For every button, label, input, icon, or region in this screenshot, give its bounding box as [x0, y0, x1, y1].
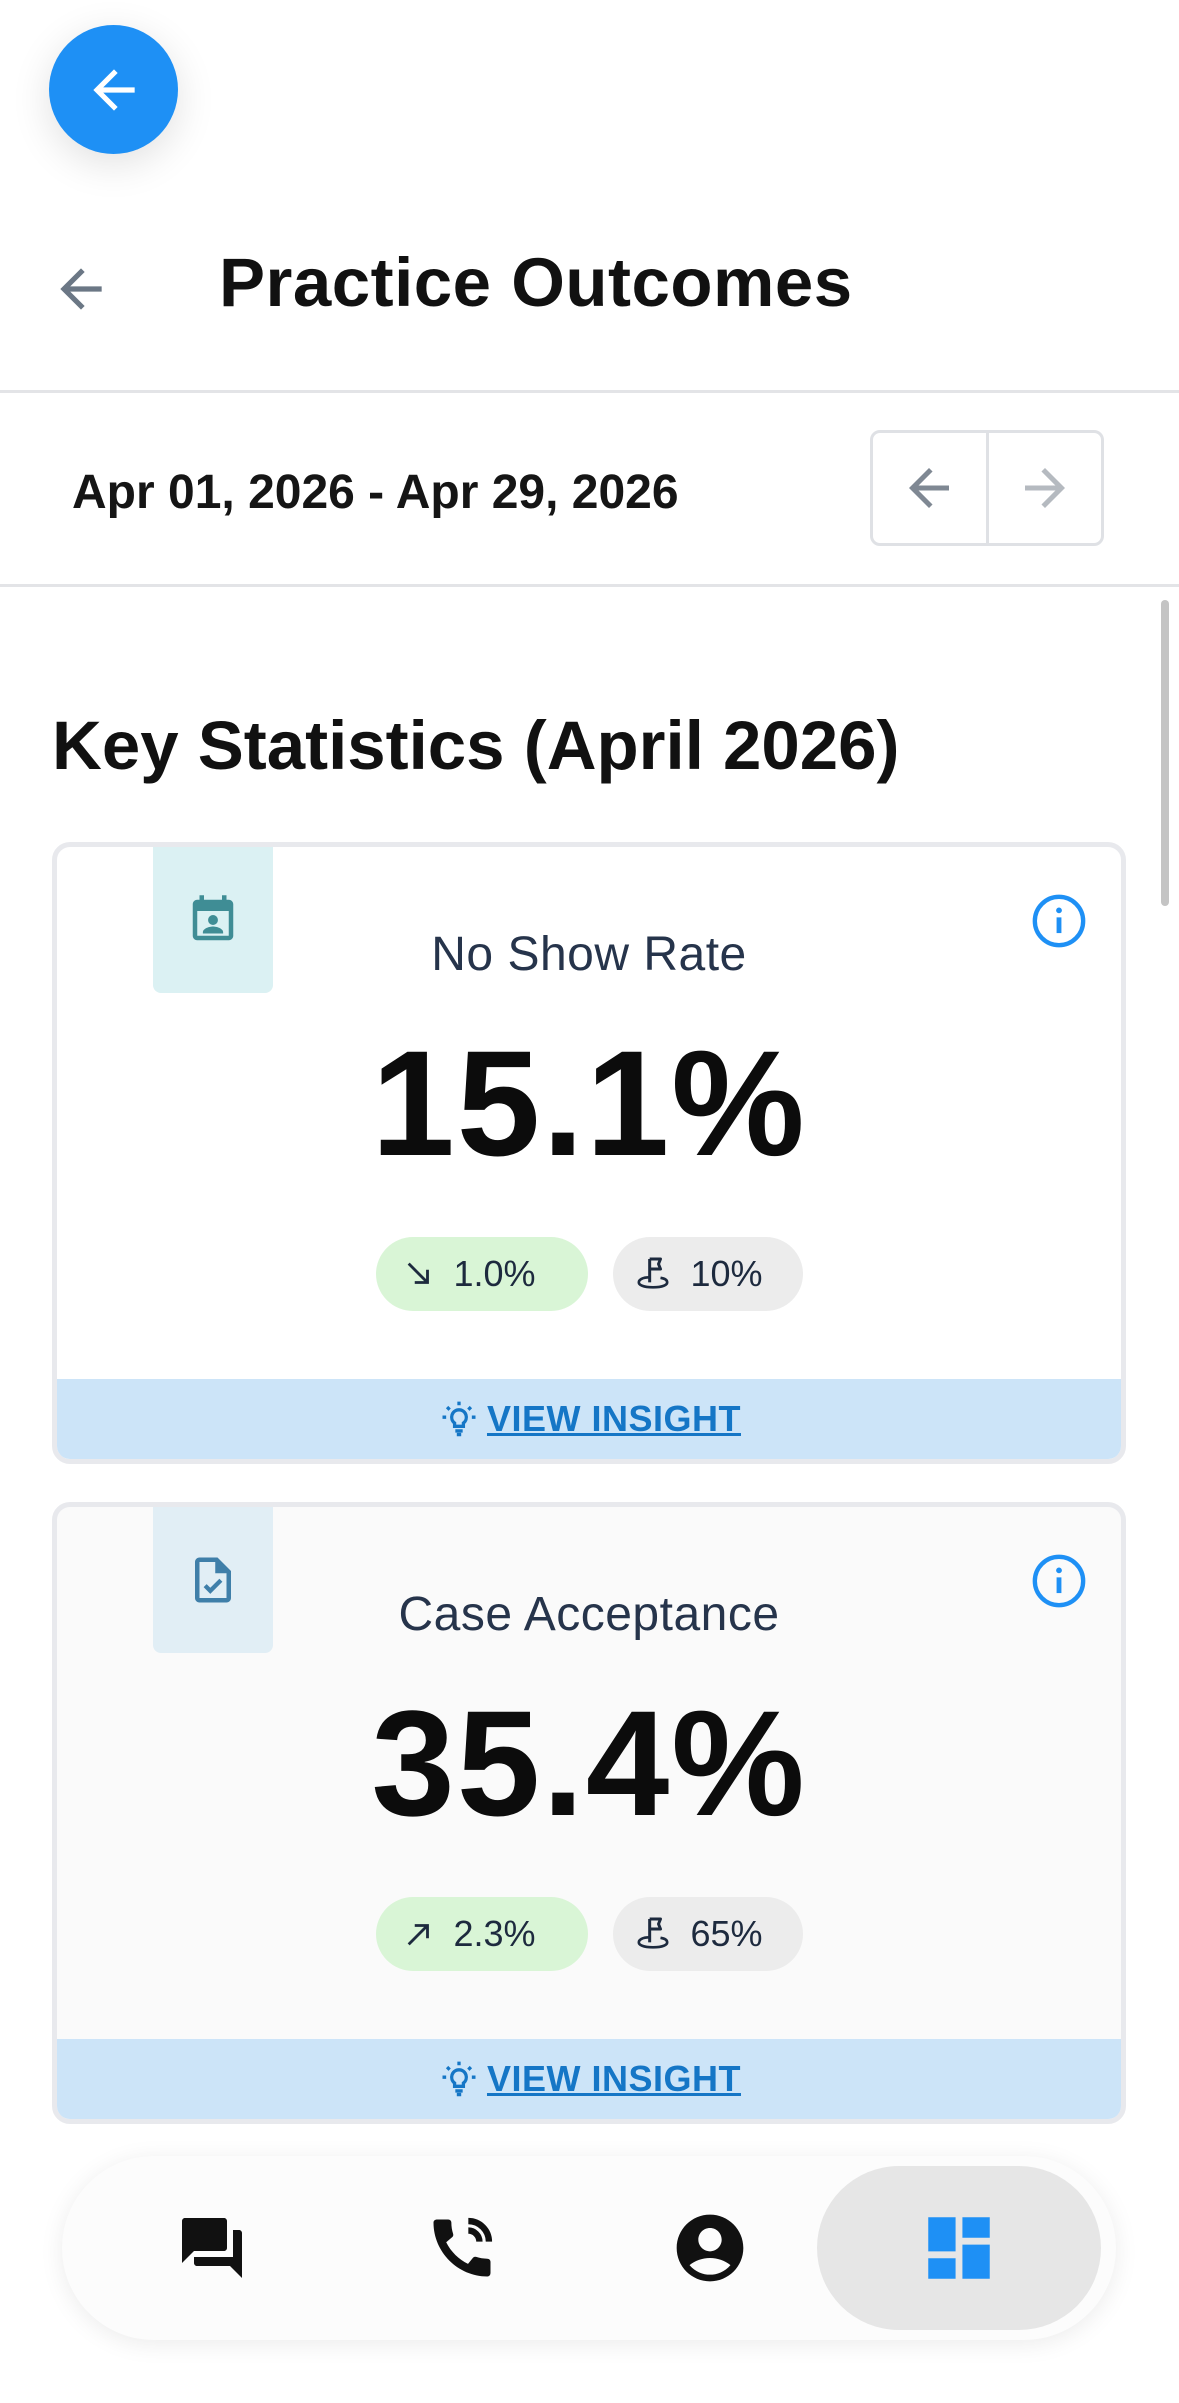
arrow-left-icon: [92, 68, 135, 111]
stat-card-case-acceptance: Case Acceptance 35.4% 2.3% 65% VIEW INSI…: [52, 1502, 1126, 2124]
stat-value: 15.1%: [371, 1019, 807, 1187]
stat-value: 35.4%: [371, 1679, 807, 1847]
lightbulb-icon: [442, 2061, 476, 2097]
nav-messages[interactable]: [152, 2166, 272, 2330]
floating-back-button[interactable]: [49, 25, 178, 154]
nav-dashboard[interactable]: [817, 2166, 1101, 2330]
goal-flag-icon: [636, 1257, 669, 1289]
stat-card-no-show-rate: No Show Rate 15.1% 1.0% 10% VIEW INSIGHT: [52, 842, 1126, 1464]
trend-value: 2.3%: [453, 1913, 536, 1954]
bottom-navigation: [62, 2156, 1116, 2340]
previous-period-button[interactable]: [873, 433, 986, 543]
view-insight-link[interactable]: VIEW INSIGHT: [487, 1398, 741, 1440]
scrollbar[interactable]: [1161, 600, 1169, 906]
header-back-button[interactable]: [50, 258, 112, 320]
trend-down-icon: [407, 1262, 429, 1284]
trend-chip: 1.0%: [375, 1237, 588, 1311]
date-range-label: Apr 01, 2026 - Apr 29, 2026: [72, 466, 679, 519]
nav-calls[interactable]: [402, 2166, 522, 2330]
section-title: Key Statistics (April 2026): [52, 707, 900, 784]
account-icon: [676, 2214, 744, 2282]
view-insight-button[interactable]: VIEW INSIGHT: [57, 2039, 1121, 2119]
view-insight-link[interactable]: VIEW INSIGHT: [487, 2058, 741, 2100]
next-period-button[interactable]: [985, 433, 1102, 543]
goal-chip: 10%: [612, 1237, 803, 1311]
trend-chip: 2.3%: [375, 1897, 588, 1971]
arrow-left-icon: [909, 468, 950, 508]
date-nav-group: [870, 430, 1104, 546]
goal-value: 65%: [690, 1913, 763, 1954]
view-insight-button[interactable]: VIEW INSIGHT: [57, 1379, 1121, 1459]
goal-value: 10%: [690, 1253, 763, 1294]
page-title: Practice Outcomes: [219, 244, 853, 321]
trend-value: 1.0%: [453, 1253, 536, 1294]
arrow-left-icon: [60, 268, 102, 310]
stat-label: Case Acceptance: [398, 1588, 780, 1641]
phone-call-icon: [433, 2217, 493, 2277]
chat-icon: [182, 2218, 242, 2278]
lightbulb-icon: [442, 1401, 476, 1437]
dashboard-icon: [928, 2217, 990, 2279]
stat-label: No Show Rate: [431, 928, 747, 981]
goal-chip: 65%: [612, 1897, 803, 1971]
trend-up-icon: [407, 1924, 429, 1946]
nav-profile[interactable]: [650, 2166, 770, 2330]
arrow-right-icon: [1024, 468, 1065, 508]
goal-flag-icon: [636, 1917, 669, 1949]
